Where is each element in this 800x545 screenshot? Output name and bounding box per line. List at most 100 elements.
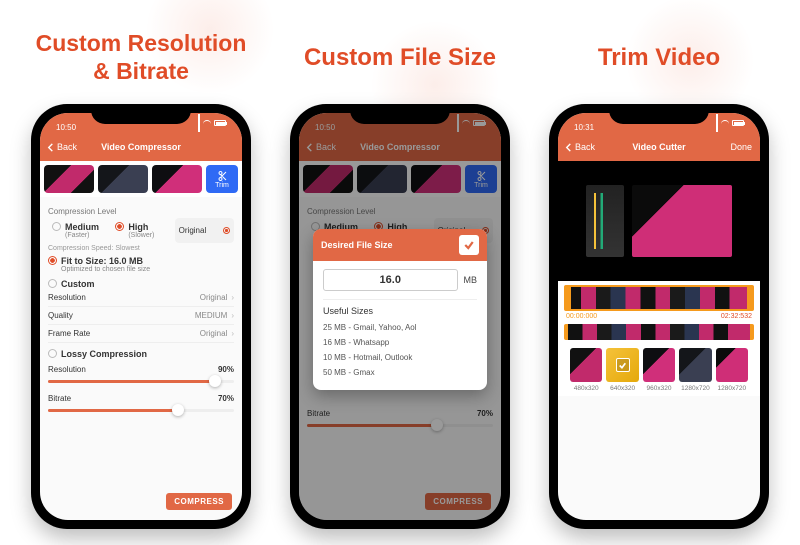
level-original[interactable]: Original <box>175 218 234 243</box>
fit-sub: Optimized to chosen file size <box>61 266 150 273</box>
row-label: Quality <box>48 311 73 320</box>
radio-icon <box>48 256 57 265</box>
slider-label: Bitrate <box>48 394 71 403</box>
back-label: Back <box>57 142 77 152</box>
showcase-panel-2: Custom File Size 10:50 Back <box>277 18 523 529</box>
back-button[interactable]: Back <box>564 142 595 152</box>
video-preview[interactable] <box>558 161 760 281</box>
chevron-right-icon: › <box>231 293 234 302</box>
chip-res: 960x320 <box>647 385 672 392</box>
useful-title: Useful Sizes <box>323 306 477 316</box>
chevron-left-icon <box>46 143 55 152</box>
selected-check <box>606 348 638 382</box>
slider-label: Resolution <box>48 365 86 374</box>
lossy-option[interactable]: Lossy Compression <box>48 343 234 359</box>
row-value: MEDIUM <box>195 311 227 320</box>
chip-res: 1280x720 <box>718 385 747 392</box>
video-thumb[interactable] <box>152 165 202 193</box>
chevron-right-icon: › <box>231 329 234 338</box>
phone-mock-1: 10:50 Back Video Compressor <box>31 104 251 529</box>
fit-label: Fit to Size: 16.0 MB <box>61 256 150 266</box>
framerate-row[interactable]: Frame Rate Original› <box>48 325 234 343</box>
row-label: Resolution <box>48 293 86 302</box>
video-thumb-bar: Trim <box>40 161 242 197</box>
status-icons <box>198 114 226 132</box>
nav-bar: Back Video Compressor <box>40 133 242 161</box>
trim-label: Trim <box>215 182 229 189</box>
chevron-right-icon: › <box>231 311 234 320</box>
headline-1-line2: & Bitrate <box>36 58 247 86</box>
speed-note: Compression Speed: Slowest <box>48 245 234 252</box>
time-end: 02:32:532 <box>721 313 752 320</box>
headline-2: Custom File Size <box>304 18 496 98</box>
chip-res: 1280x720 <box>681 385 710 392</box>
level-high[interactable]: High (Slower) <box>111 218 170 243</box>
status-icons <box>716 114 744 132</box>
done-button[interactable]: Done <box>730 142 752 152</box>
row-value: Original <box>200 329 228 338</box>
video-thumb[interactable] <box>98 165 148 193</box>
chip-res: 640x320 <box>610 385 635 392</box>
radio-icon <box>48 349 57 358</box>
overview-timeline[interactable] <box>564 324 754 340</box>
section-label: Compression Level <box>48 207 234 216</box>
check-icon <box>463 239 475 251</box>
confirm-button[interactable] <box>459 235 479 255</box>
resolution-chip[interactable]: 960x320 <box>643 348 675 392</box>
radio-icon <box>223 227 230 234</box>
row-label: Frame Rate <box>48 329 90 338</box>
check-icon <box>618 361 627 370</box>
size-input[interactable]: 16.0 <box>323 269 458 291</box>
trim-handle-left[interactable] <box>564 285 571 311</box>
size-unit: MB <box>464 275 478 285</box>
trim-button[interactable]: Trim <box>206 165 238 193</box>
bitrate-slider[interactable] <box>48 403 234 417</box>
chevron-left-icon <box>564 143 573 152</box>
opt-label: Original <box>179 226 207 235</box>
back-label: Back <box>575 142 595 152</box>
resolution-row[interactable]: Resolution Original› <box>48 289 234 307</box>
file-size-modal: Desired File Size 16.0 MB Useful Sizes 2… <box>313 229 487 390</box>
level-medium[interactable]: Medium (Faster) <box>48 218 107 243</box>
resolution-chip[interactable]: 480x320 <box>570 348 602 392</box>
video-thumb[interactable] <box>44 165 94 193</box>
resolution-chip[interactable]: 1280x720 <box>716 348 748 392</box>
useful-size-item[interactable]: 10 MB - Hotmail, Outlook <box>323 350 477 365</box>
custom-label: Custom <box>61 279 95 289</box>
preview-frame <box>586 185 624 257</box>
compress-button[interactable]: COMPRESS <box>166 493 232 510</box>
nav-bar: Back Video Cutter Done <box>558 133 760 161</box>
headline-1-line1: Custom Resolution <box>36 30 247 58</box>
resolution-chip[interactable]: 640x320 <box>606 348 638 392</box>
modal-title: Desired File Size <box>321 240 393 250</box>
trim-handle-right[interactable] <box>747 285 754 311</box>
phone-mock-2: 10:50 Back Video Compressor <box>290 104 510 529</box>
resolution-chip[interactable]: 1280x720 <box>679 348 711 392</box>
row-value: Original <box>200 293 228 302</box>
nav-title: Video Cutter <box>632 142 685 152</box>
trim-timeline[interactable] <box>564 285 754 311</box>
scissors-icon <box>216 170 228 182</box>
custom-option[interactable]: Custom <box>48 273 234 289</box>
radio-icon <box>48 279 57 288</box>
useful-size-item[interactable]: 16 MB - Whatsapp <box>323 335 477 350</box>
chip-res: 480x320 <box>574 385 599 392</box>
status-time: 10:50 <box>56 123 76 132</box>
quality-row[interactable]: Quality MEDIUM › <box>48 307 234 325</box>
preview-frame <box>632 185 732 257</box>
opt-sub: (Slower) <box>128 232 154 239</box>
fit-to-size-option[interactable]: Fit to Size: 16.0 MB Optimized to chosen… <box>48 256 234 273</box>
back-button[interactable]: Back <box>46 142 77 152</box>
slider-value: 70% <box>218 394 234 403</box>
opt-sub: (Faster) <box>65 232 99 239</box>
nav-title: Video Compressor <box>101 142 181 152</box>
resolution-slider[interactable] <box>48 374 234 388</box>
useful-size-item[interactable]: 50 MB - Gmax <box>323 365 477 380</box>
useful-size-item[interactable]: 25 MB - Gmail, Yahoo, Aol <box>323 320 477 335</box>
opt-label: High <box>128 222 154 232</box>
opt-label: Medium <box>65 222 99 232</box>
radio-icon <box>52 222 61 231</box>
status-bar: 10:50 <box>40 113 242 133</box>
status-time: 10:31 <box>574 123 594 132</box>
radio-icon <box>115 222 124 231</box>
